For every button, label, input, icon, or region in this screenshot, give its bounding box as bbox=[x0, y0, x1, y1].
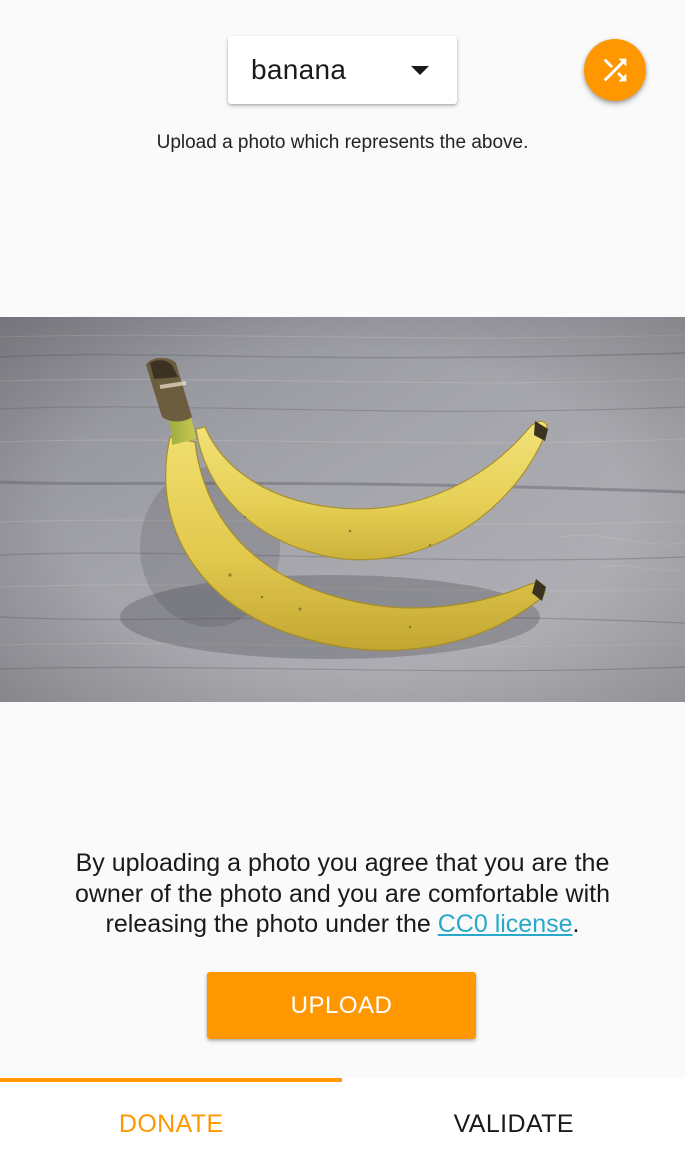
upload-button[interactable]: UPLOAD bbox=[207, 972, 476, 1039]
tab-donate[interactable]: DONATE bbox=[0, 1078, 343, 1170]
donate-screen: banana Upload a photo which represents t… bbox=[0, 0, 685, 1170]
bottom-tab-bar: DONATE VALIDATE bbox=[0, 1078, 685, 1170]
label-dropdown[interactable]: banana bbox=[228, 36, 457, 104]
consent-text-end: . bbox=[572, 910, 580, 938]
cc0-license-link[interactable]: CC0 license bbox=[438, 910, 573, 938]
shuffle-icon bbox=[603, 58, 627, 82]
instruction-text: Upload a photo which represents the abov… bbox=[156, 132, 529, 153]
label-dropdown-value: banana bbox=[251, 54, 347, 85]
shuffle-button[interactable] bbox=[584, 39, 646, 101]
caret-down-icon bbox=[411, 65, 429, 75]
uploaded-photo bbox=[0, 317, 685, 702]
banana-photo-image bbox=[0, 317, 685, 702]
tab-validate[interactable]: VALIDATE bbox=[343, 1078, 685, 1170]
consent-text: By uploading a photo you agree that you … bbox=[40, 848, 645, 940]
